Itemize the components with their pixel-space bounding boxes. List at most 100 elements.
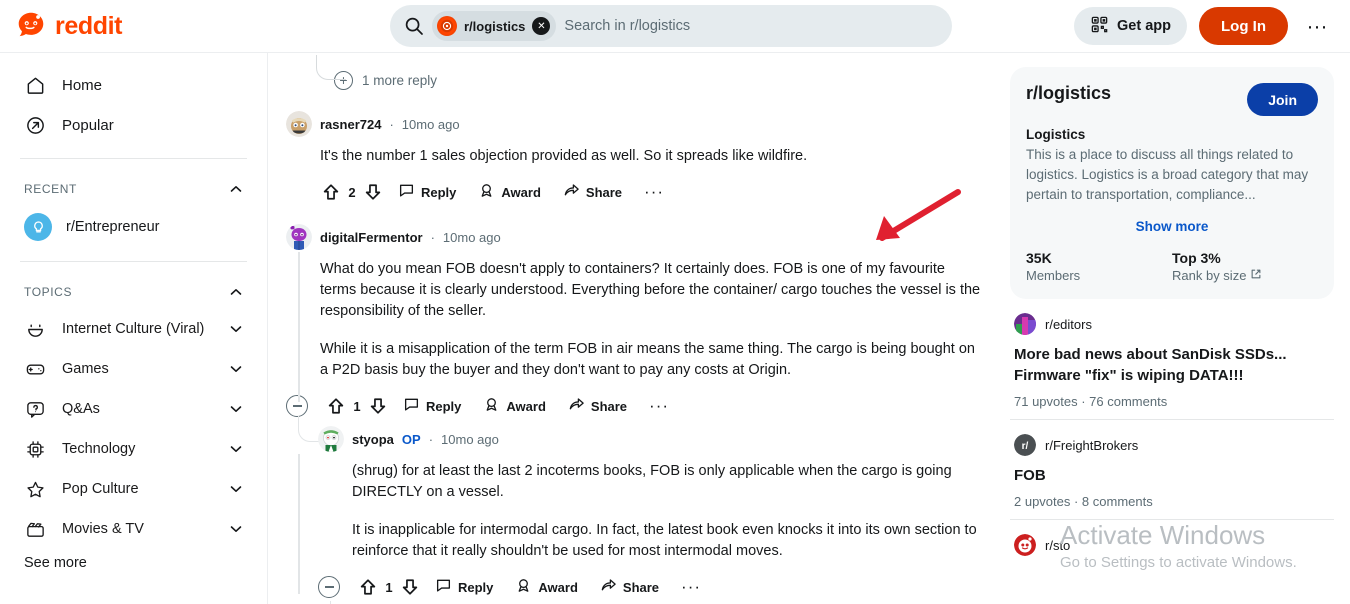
reply-button[interactable]: Reply bbox=[390, 178, 464, 206]
chevron-down-icon[interactable] bbox=[229, 482, 243, 496]
upvote-arrow-icon[interactable] bbox=[320, 181, 342, 203]
comment-item: digitalFermentor · 10mo ago What do you … bbox=[286, 210, 984, 420]
chevron-down-icon[interactable] bbox=[229, 362, 243, 376]
community-subtitle: Logistics bbox=[1026, 127, 1086, 142]
share-button[interactable]: Share bbox=[555, 178, 630, 206]
post-header: r/ r/FreightBrokers bbox=[1014, 434, 1330, 456]
award-button[interactable]: Award bbox=[470, 178, 549, 206]
award-label: Award bbox=[501, 184, 541, 200]
search-bar[interactable]: r/logistics ✕ bbox=[390, 5, 952, 47]
comment-item: rasner724 · 10mo ago It's the number 1 s… bbox=[286, 97, 984, 206]
award-label: Award bbox=[538, 579, 578, 595]
sidebar-item-home[interactable]: Home bbox=[12, 65, 255, 105]
chevron-down-icon[interactable] bbox=[229, 402, 243, 416]
header-overflow-menu-icon[interactable]: ··· bbox=[1300, 9, 1334, 43]
op-badge[interactable]: OP bbox=[402, 432, 421, 447]
reddit-logo[interactable]: reddit bbox=[0, 9, 268, 43]
share-button[interactable]: Share bbox=[592, 573, 667, 601]
related-post[interactable]: r/editors More bad news about SanDisk SS… bbox=[1010, 299, 1334, 420]
chevron-up-icon[interactable] bbox=[229, 285, 243, 299]
avatar[interactable] bbox=[286, 111, 312, 137]
members-stat: 35K Members bbox=[1026, 250, 1172, 283]
sidebar-item-internet-culture[interactable]: Internet Culture (Viral) bbox=[12, 309, 255, 349]
chevron-down-icon[interactable] bbox=[229, 322, 243, 336]
upvote-arrow-icon[interactable] bbox=[357, 576, 379, 598]
share-button[interactable]: Share bbox=[560, 392, 635, 420]
sidebar-item-label: Technology bbox=[62, 440, 136, 457]
comment-body: (shrug) for at least the last 2 incoterm… bbox=[318, 452, 984, 562]
top-header: reddit r/logistics ✕ Search in r/logisti… bbox=[0, 0, 1350, 53]
get-app-button[interactable]: Get app bbox=[1074, 7, 1187, 45]
post-meta: 71 upvotes · 76 comments bbox=[1014, 394, 1168, 409]
header-actions: Get app Log In ··· bbox=[1074, 7, 1350, 45]
reply-button[interactable]: Reply bbox=[395, 392, 469, 420]
chevron-down-icon[interactable] bbox=[229, 522, 243, 536]
see-more-topics-button[interactable]: See more bbox=[12, 549, 255, 577]
sidebar-item-technology[interactable]: Technology bbox=[12, 429, 255, 469]
downvote-arrow-icon[interactable] bbox=[399, 576, 421, 598]
comment-actions: 2 Reply Award Share ··· bbox=[286, 178, 984, 206]
community-name[interactable]: r/logistics bbox=[1026, 83, 1111, 104]
reply-button[interactable]: Reply bbox=[427, 573, 501, 601]
comment-item: styopa OP · 10mo ago (shrug) for at leas… bbox=[298, 420, 984, 604]
post-header: r/sto bbox=[1014, 534, 1330, 556]
sidebar-item-pop-culture[interactable]: Pop Culture bbox=[12, 469, 255, 509]
search-input[interactable] bbox=[564, 18, 938, 34]
post-subreddit[interactable]: r/sto bbox=[1045, 538, 1070, 553]
more-replies-label[interactable]: 1 more reply bbox=[362, 73, 437, 88]
award-medal-icon bbox=[483, 396, 500, 416]
downvote-arrow-icon[interactable] bbox=[362, 181, 384, 203]
comment-overflow-menu-icon[interactable]: ··· bbox=[641, 396, 677, 416]
sidebar-item-r-entrepreneur[interactable]: r/Entrepreneur bbox=[12, 206, 255, 248]
sidebar-section-recent[interactable]: RECENT bbox=[12, 172, 255, 206]
sidebar-item-qas[interactable]: Q&As bbox=[12, 389, 255, 429]
related-post[interactable]: r/ r/FreightBrokers FOB 2 upvotes · 8 co… bbox=[1010, 420, 1334, 520]
reply-label: Reply bbox=[421, 184, 457, 200]
sidebar-section-topics[interactable]: TOPICS bbox=[12, 275, 255, 309]
search-icon bbox=[404, 16, 424, 36]
comment-author[interactable]: digitalFermentor bbox=[320, 230, 423, 245]
subreddit-filter-chip[interactable]: r/logistics ✕ bbox=[432, 11, 557, 41]
sidebar-item-games[interactable]: Games bbox=[12, 349, 255, 389]
post-subreddit[interactable]: r/FreightBrokers bbox=[1045, 438, 1138, 453]
sidebar-item-popular[interactable]: Popular bbox=[12, 105, 255, 145]
post-subreddit[interactable]: r/editors bbox=[1045, 317, 1092, 332]
gamepad-icon bbox=[24, 358, 46, 380]
post-header: r/editors bbox=[1014, 313, 1330, 335]
upvote-arrow-icon[interactable] bbox=[325, 395, 347, 417]
reddit-page: reddit r/logistics ✕ Search in r/logisti… bbox=[0, 0, 1350, 604]
collapse-minus-icon[interactable] bbox=[286, 395, 308, 417]
related-post[interactable]: r/sto bbox=[1010, 520, 1334, 566]
downvote-arrow-icon[interactable] bbox=[367, 395, 389, 417]
comment-body: It's the number 1 sales objection provid… bbox=[286, 137, 984, 167]
award-button[interactable]: Award bbox=[475, 392, 554, 420]
question-bubble-icon bbox=[24, 398, 46, 420]
post-title[interactable]: More bad news about SanDisk SSDs... Firm… bbox=[1014, 344, 1330, 386]
comment-author[interactable]: rasner724 bbox=[320, 117, 381, 132]
sidebar-item-movies-tv[interactable]: Movies & TV bbox=[12, 509, 255, 549]
show-more-button[interactable]: Show more bbox=[1026, 219, 1318, 234]
reddit-snoo-icon bbox=[14, 9, 48, 43]
comment-actions: 1 Reply Award Share ··· bbox=[286, 392, 984, 420]
more-replies-row[interactable]: + 1 more reply bbox=[286, 55, 984, 97]
award-button[interactable]: Award bbox=[507, 573, 586, 601]
comment-bubble-icon bbox=[403, 396, 420, 416]
chevron-up-icon[interactable] bbox=[229, 182, 243, 196]
sidebar-item-label: Q&As bbox=[62, 400, 100, 417]
comment-timestamp: 10mo ago bbox=[401, 116, 460, 132]
comment-overflow-menu-icon[interactable]: ··· bbox=[636, 182, 672, 202]
login-button[interactable]: Log In bbox=[1199, 7, 1288, 45]
chevron-down-icon[interactable] bbox=[229, 442, 243, 456]
rank-label[interactable]: Rank by size bbox=[1172, 268, 1318, 283]
comment-actions: 1 Reply Award Share ··· bbox=[318, 573, 984, 601]
avatar[interactable] bbox=[318, 426, 344, 452]
post-title[interactable]: FOB bbox=[1014, 465, 1330, 486]
collapse-minus-icon[interactable] bbox=[318, 576, 340, 598]
sidebar-item-label: r/Entrepreneur bbox=[66, 219, 160, 235]
comment-overflow-menu-icon[interactable]: ··· bbox=[673, 577, 709, 597]
left-sidebar: Home Popular RECENT r/Entrepreneur TOPIC… bbox=[0, 53, 268, 604]
avatar[interactable] bbox=[286, 224, 312, 250]
join-button[interactable]: Join bbox=[1247, 83, 1318, 116]
comment-author[interactable]: styopa bbox=[352, 432, 394, 447]
close-icon[interactable]: ✕ bbox=[532, 17, 551, 35]
